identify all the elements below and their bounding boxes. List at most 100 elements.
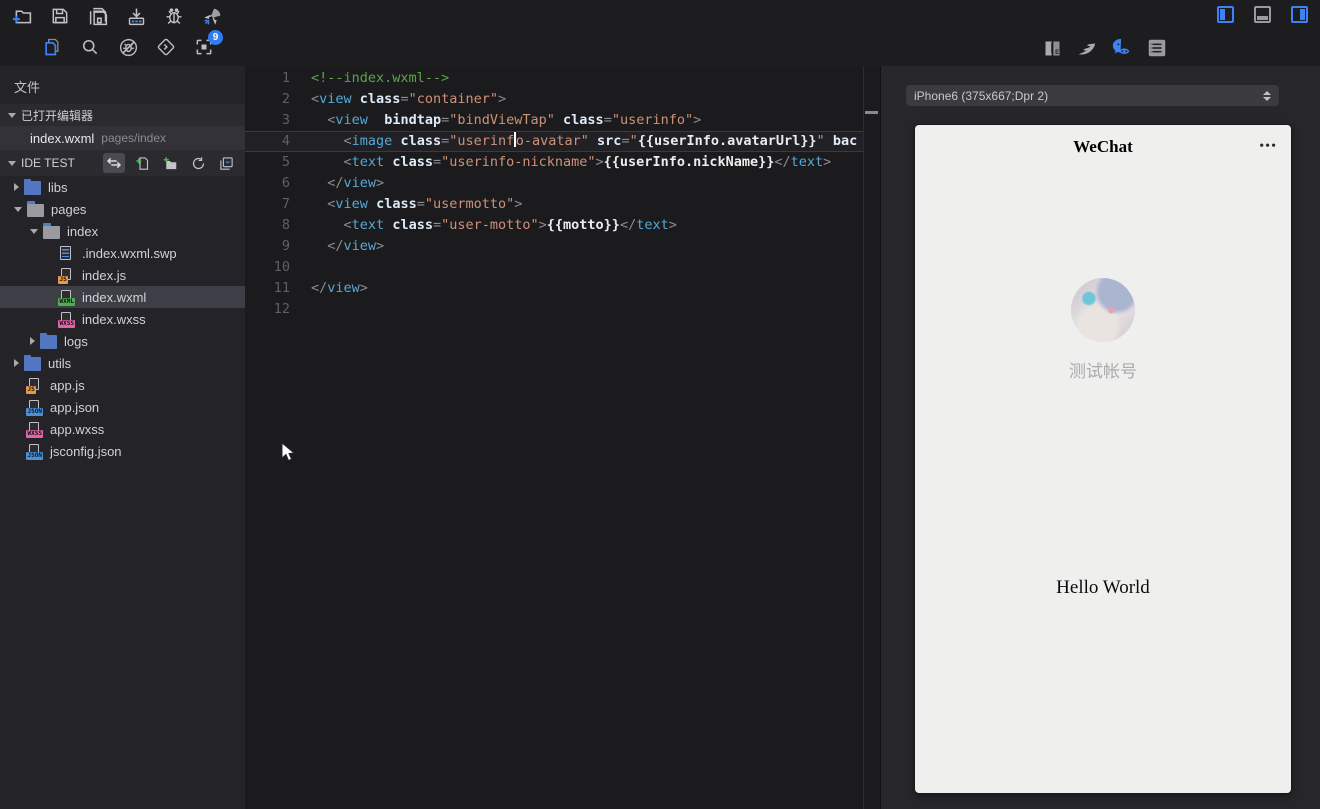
new-folder-button[interactable] xyxy=(159,153,181,173)
sync-swap-button[interactable] xyxy=(103,153,125,173)
updates-button[interactable]: 9 xyxy=(192,30,223,59)
tree-item-index-js[interactable]: JS index.js xyxy=(0,264,245,286)
tree-item-label: app.js xyxy=(50,377,85,393)
tree-item-utils[interactable]: utils xyxy=(0,352,245,374)
code-line-10[interactable]: 10 xyxy=(245,257,863,278)
code-line-4[interactable]: 4 <image class="userinf o-avatar" src="{{… xyxy=(245,131,863,152)
tree-item-index[interactable]: index xyxy=(0,220,245,242)
code-text: </view> xyxy=(327,175,385,191)
line-number: 1 xyxy=(281,70,290,86)
tree-item-label: index.js xyxy=(82,267,127,283)
list-panel-button[interactable] xyxy=(1145,36,1169,60)
sidebar: 文件 已打开编辑器 index.wxml pages/index IDE TES… xyxy=(0,66,245,809)
device-selector[interactable]: iPhone6 (375x667;Dpr 2) xyxy=(906,85,1279,106)
capsule-menu-icon[interactable]: ••• xyxy=(1259,139,1277,155)
tree-item-pages[interactable]: pages xyxy=(0,198,245,220)
tree-item-index-wxss[interactable]: WXSS index.wxss xyxy=(0,308,245,330)
project-name: IDE TEST xyxy=(21,156,75,170)
code-text: </view> xyxy=(311,280,368,296)
toggle-right-panel-button[interactable] xyxy=(1291,6,1308,23)
chevron-down-icon[interactable] xyxy=(30,228,38,234)
tree-item-app-wxss[interactable]: WXSS app.wxss xyxy=(0,418,245,440)
install-button[interactable] xyxy=(124,4,148,28)
code-line-2[interactable]: 2 <view class="container"> xyxy=(245,89,863,110)
refresh-button[interactable] xyxy=(187,153,209,173)
line-number: 6 xyxy=(281,175,290,191)
line-number: 11 xyxy=(273,280,290,296)
search-icon xyxy=(82,39,98,55)
tree-item-app-json[interactable]: JSON app.json xyxy=(0,396,245,418)
project-section-header[interactable]: IDE TEST xyxy=(0,150,245,176)
tree-item-app-js[interactable]: JS app.js xyxy=(0,374,245,396)
search-button[interactable] xyxy=(78,35,102,59)
wing-icon xyxy=(1078,43,1096,55)
tree-item-logs[interactable]: logs xyxy=(0,330,245,352)
files-explorer-button[interactable] xyxy=(40,35,64,59)
project-actions xyxy=(103,153,245,173)
code-lines: 1 <!--index.wxml--> 2 <view class="containe… xyxy=(245,68,863,320)
line-number: 7 xyxy=(281,196,290,212)
book-icon: E xyxy=(1045,41,1059,55)
tree-item--index-wxml-swp[interactable]: .index.wxml.swp xyxy=(0,242,245,264)
wechat-preview-button[interactable] xyxy=(1110,36,1134,60)
code-line-5[interactable]: 5 <text class="userinfo-nickname">{{user… xyxy=(245,152,863,173)
debug-button[interactable] xyxy=(162,4,186,28)
open-editors-section-header[interactable]: 已打开编辑器 xyxy=(0,104,245,126)
tree-item-label: logs xyxy=(64,333,88,349)
list-icon xyxy=(1148,39,1166,57)
save-all-button[interactable] xyxy=(86,4,110,28)
bottom-panel-fill xyxy=(1257,16,1268,20)
tree-item-libs[interactable]: libs xyxy=(0,176,245,198)
tree-item-index-wxml[interactable]: WXML index.wxml xyxy=(0,286,245,308)
chevron-right-icon[interactable] xyxy=(30,337,35,345)
tree-item-label: libs xyxy=(48,179,68,195)
tree-item-jsconfig-json[interactable]: JSON jsconfig.json xyxy=(0,440,245,462)
refresh-icon xyxy=(192,156,204,169)
save-button[interactable] xyxy=(48,4,72,28)
save-floppy-icon xyxy=(52,8,68,24)
tree-item-label: pages xyxy=(51,201,87,217)
git-button[interactable] xyxy=(154,35,178,59)
phone-preview: WeChat ••• 测试帐号 Hello World xyxy=(915,125,1291,793)
folder-icon xyxy=(24,354,41,371)
code-line-11[interactable]: 11 </view> xyxy=(245,278,863,299)
code-line-1[interactable]: 1 <!--index.wxml--> xyxy=(245,68,863,89)
line-number: 10 xyxy=(273,259,290,275)
docs-book-button[interactable]: E xyxy=(1040,36,1064,60)
deploy-button[interactable] xyxy=(200,4,224,28)
chevron-down-icon xyxy=(8,112,16,118)
chevron-down-icon[interactable] xyxy=(14,206,22,212)
open-editor-item[interactable]: index.wxml pages/index xyxy=(0,126,245,150)
code-line-7[interactable]: 7 <view class="usermotto"> xyxy=(245,194,863,215)
tree-item-label: index xyxy=(67,223,99,239)
user-avatar[interactable] xyxy=(1071,278,1135,342)
code-line-6[interactable]: 6 </view> xyxy=(245,173,863,194)
line-number: 3 xyxy=(281,112,290,128)
tree-item-label: index.wxml xyxy=(82,289,147,305)
chevron-right-icon[interactable] xyxy=(14,359,19,367)
line-number: 8 xyxy=(281,217,290,233)
tree-item-label: .index.wxml.swp xyxy=(82,245,177,261)
code-line-8[interactable]: 8 <text class="user-motto">{{motto}}</te… xyxy=(245,215,863,236)
new-file-button[interactable] xyxy=(131,153,153,173)
code-line-3[interactable]: 3 <view bindtap="bindViewTap" class="use… xyxy=(245,110,863,131)
document-icon xyxy=(58,245,75,261)
folder-open-icon xyxy=(43,222,60,239)
folder-icon xyxy=(24,178,41,195)
toggle-left-panel-button[interactable] xyxy=(1217,6,1234,23)
chevron-right-icon[interactable] xyxy=(14,183,19,191)
wxss-file-icon: WXSS xyxy=(26,421,44,438)
toggle-bottom-panel-button[interactable] xyxy=(1254,6,1271,23)
download-install-icon xyxy=(128,8,144,25)
wing-button[interactable] xyxy=(1075,36,1099,60)
code-editor[interactable]: 1 <!--index.wxml--> 2 <view class="containe… xyxy=(245,66,880,809)
select-stepper-icon xyxy=(1263,90,1271,101)
disable-debug-button[interactable] xyxy=(116,35,140,59)
new-folder-icon xyxy=(163,156,177,169)
new-project-button[interactable] xyxy=(10,4,34,28)
code-line-12[interactable]: 12 xyxy=(245,299,863,320)
collapse-all-button[interactable] xyxy=(215,153,237,173)
line-number: 2 xyxy=(281,91,290,107)
editor-scrollbar[interactable] xyxy=(863,66,880,809)
code-line-9[interactable]: 9 </view> xyxy=(245,236,863,257)
